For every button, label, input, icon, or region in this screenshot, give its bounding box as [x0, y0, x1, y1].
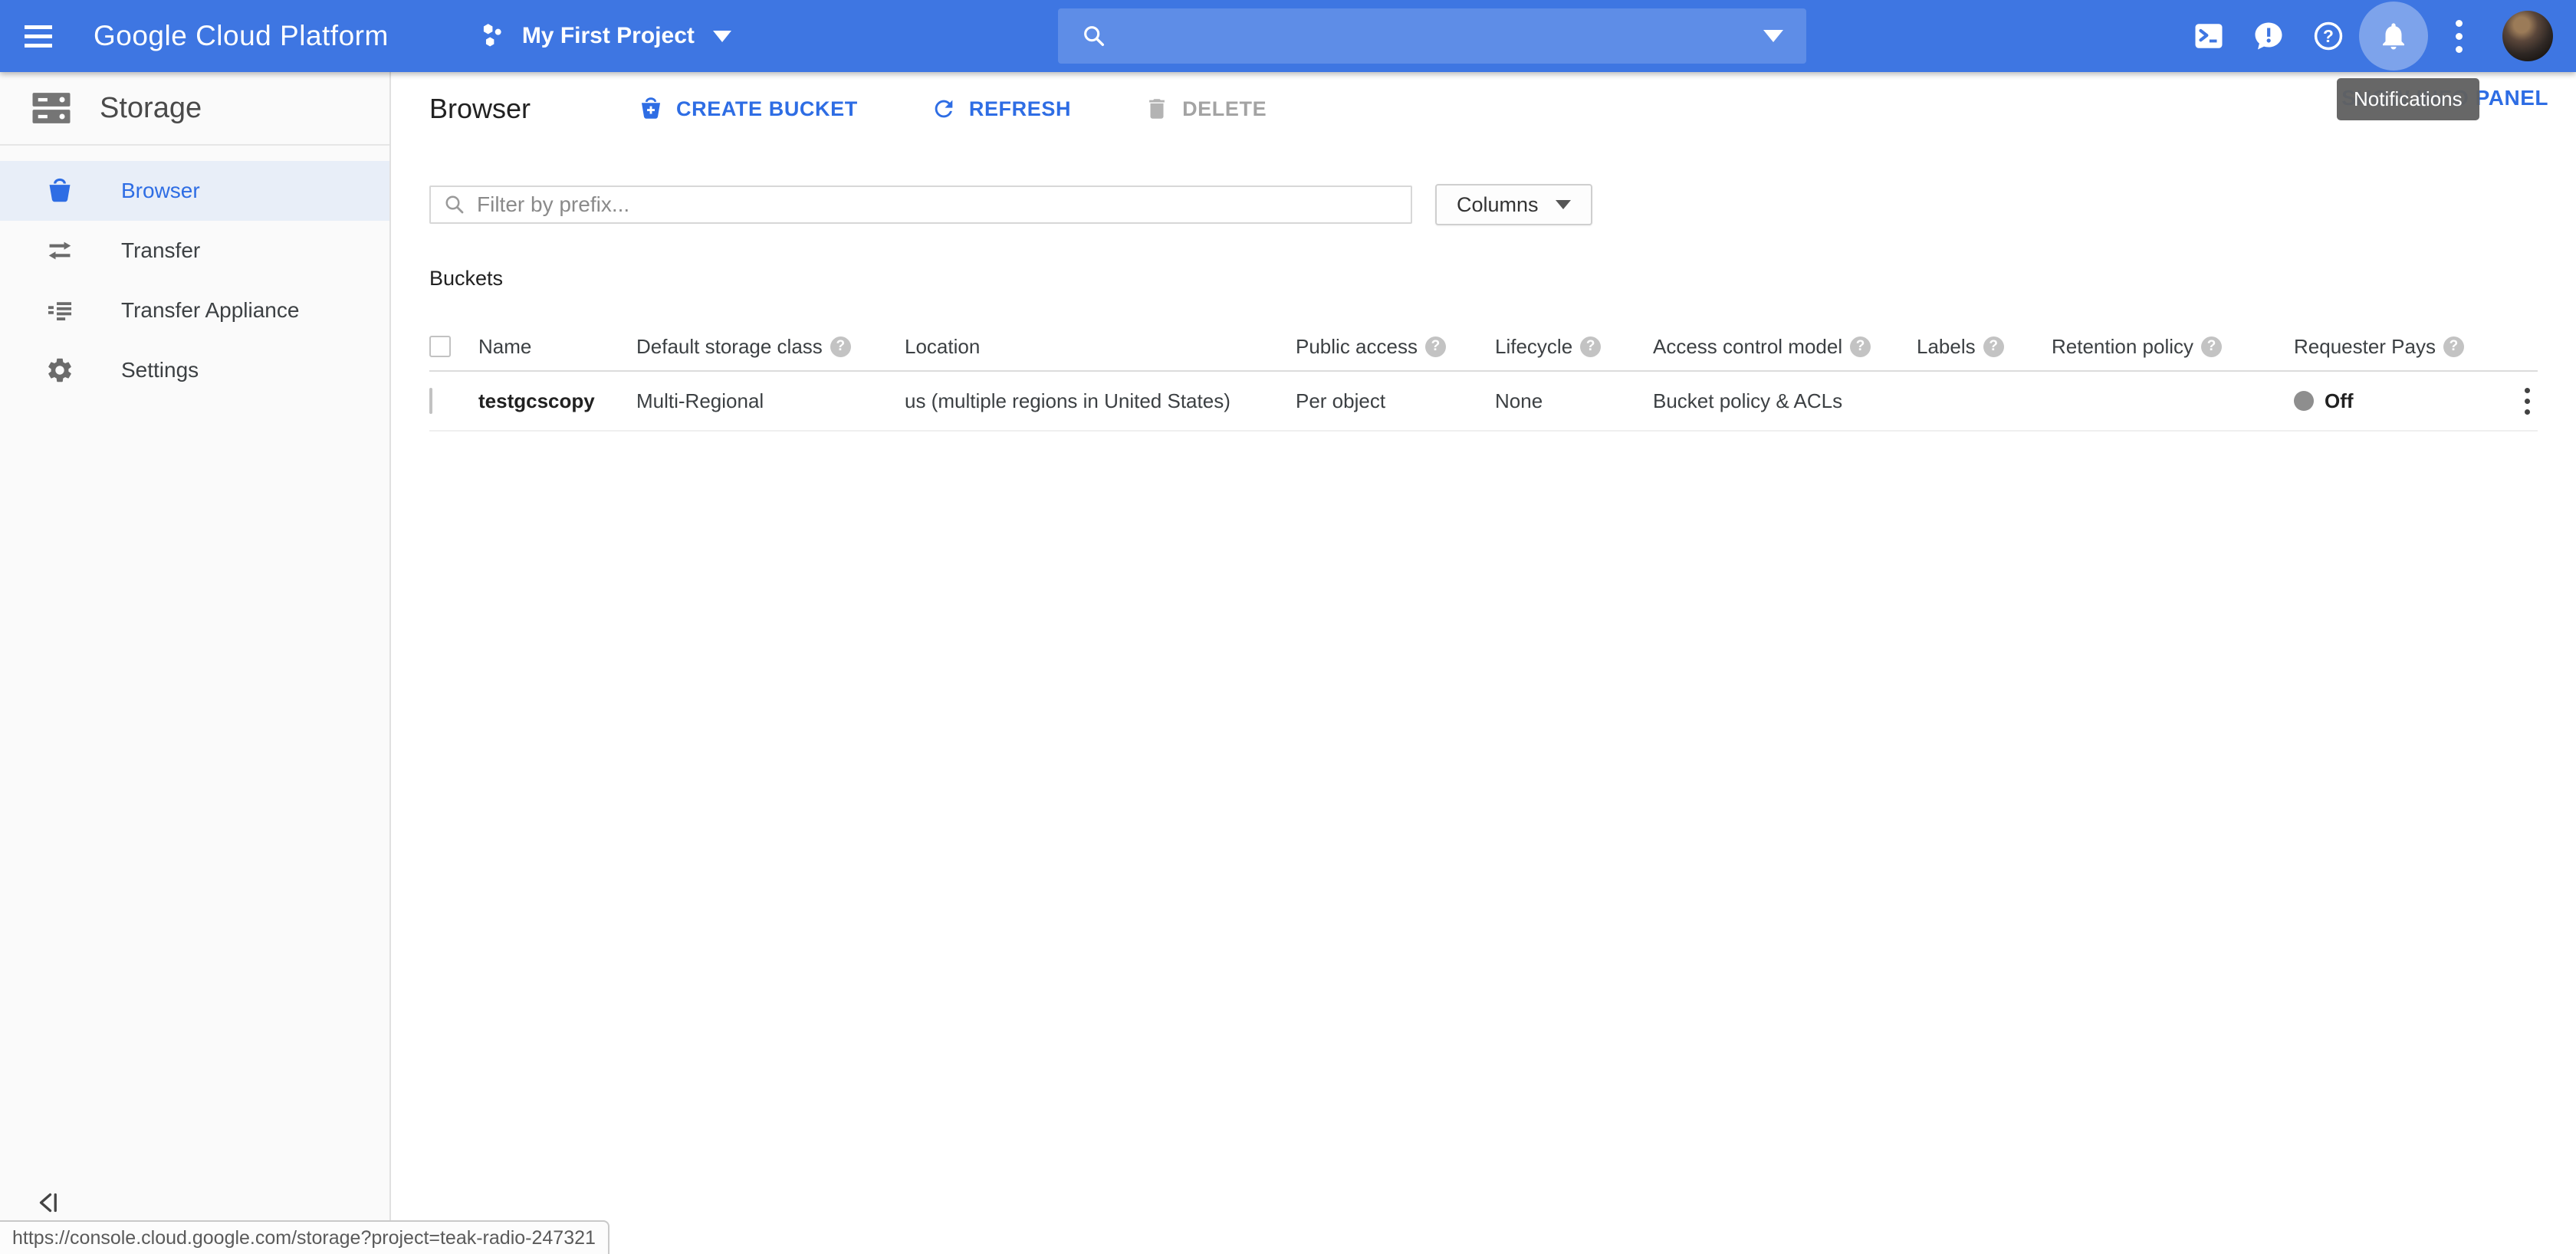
sidebar-item-label: Transfer Appliance	[121, 298, 299, 323]
col-header-public-access[interactable]: Public access ?	[1296, 335, 1495, 359]
col-header-retention-policy[interactable]: Retention policy ?	[2052, 335, 2294, 359]
search-dropdown-caret-icon[interactable]	[1763, 30, 1783, 42]
trash-icon	[1144, 96, 1170, 122]
toolbar: Browser CREATE BUCKET REFRESH	[391, 72, 2576, 146]
cell-requester-pays: Off	[2294, 389, 2486, 413]
cell-location: us (multiple regions in United States)	[905, 389, 1296, 413]
col-header-labels[interactable]: Labels ?	[1917, 335, 2052, 359]
search-input[interactable]	[1058, 8, 1806, 64]
refresh-icon	[931, 96, 957, 122]
table-row[interactable]: testgcscopy Multi-Regional us (multiple …	[429, 372, 2538, 432]
sidebar-item-transfer-appliance[interactable]: Transfer Appliance	[0, 281, 389, 340]
columns-caret-icon	[1556, 200, 1571, 209]
help-button[interactable]: ?	[2298, 1, 2358, 71]
sidebar-nav: Browser Transfer	[0, 146, 389, 400]
terminal-icon	[2193, 20, 2225, 52]
vertical-ellipsis-icon	[2456, 20, 2463, 53]
filter-row: Columns	[429, 184, 2576, 225]
cell-storage-class: Multi-Regional	[636, 389, 905, 413]
create-bucket-icon	[638, 96, 664, 122]
brand-logo: Google Cloud Platform	[94, 20, 389, 52]
chevron-down-icon	[713, 31, 731, 42]
search-icon	[1081, 23, 1107, 49]
col-header-location[interactable]: Location	[905, 335, 1296, 359]
buckets-section-label: Buckets	[429, 267, 2576, 291]
help-icon[interactable]: ?	[1580, 336, 1601, 357]
columns-dropdown-button[interactable]: Columns	[1435, 184, 1592, 225]
storage-product-icon	[26, 87, 77, 130]
cell-access-control: Bucket policy & ACLs	[1653, 389, 1917, 413]
sidebar-title: Storage	[100, 92, 202, 125]
feedback-button[interactable]	[2239, 1, 2298, 71]
filter-by-prefix-input[interactable]	[477, 192, 1398, 217]
hamburger-menu-icon[interactable]	[0, 25, 77, 48]
collapse-chevron-icon	[35, 1189, 63, 1216]
buckets-table: Name Default storage class ? Location Pu…	[429, 323, 2538, 432]
page-title: Browser	[429, 93, 531, 125]
bucket-name-link[interactable]: testgcscopy	[478, 389, 636, 413]
app-bar: Google Cloud Platform My First Project	[0, 0, 2576, 72]
select-all-checkbox[interactable]	[429, 336, 451, 357]
refresh-label: REFRESH	[969, 97, 1071, 121]
cell-public-access: Per object	[1296, 389, 1495, 413]
project-selector[interactable]: My First Project	[479, 21, 731, 51]
transfer-appliance-icon	[43, 296, 77, 325]
row-checkbox[interactable]	[429, 388, 432, 414]
project-hexagon-icon	[479, 21, 510, 51]
create-bucket-button[interactable]: CREATE BUCKET	[638, 96, 858, 122]
bell-icon	[2377, 20, 2410, 52]
notifications-tooltip: Notifications	[2337, 78, 2479, 120]
help-icon[interactable]: ?	[1983, 336, 2004, 357]
help-icon[interactable]: ?	[1850, 336, 1871, 357]
gear-icon	[43, 356, 77, 385]
requester-pays-off-dot-icon	[2294, 391, 2314, 411]
sidebar-item-label: Settings	[121, 358, 199, 382]
help-icon[interactable]: ?	[2443, 336, 2464, 357]
col-header-requester-pays[interactable]: Requester Pays ?	[2294, 335, 2486, 359]
col-header-storage-class[interactable]: Default storage class ?	[636, 335, 905, 359]
filter-box	[429, 185, 1412, 224]
notifications-hover-circle	[2359, 2, 2428, 71]
sidebar: Storage Browser	[0, 72, 391, 1254]
table-header-row: Name Default storage class ? Location Pu…	[429, 323, 2538, 372]
browser-status-url: https://console.cloud.google.com/storage…	[0, 1220, 610, 1254]
notifications-button[interactable]	[2358, 1, 2429, 71]
requester-pays-value: Off	[2325, 389, 2354, 413]
cell-lifecycle: None	[1495, 389, 1653, 413]
filter-search-icon	[443, 193, 466, 216]
sidebar-item-transfer[interactable]: Transfer	[0, 221, 389, 281]
sidebar-item-settings[interactable]: Settings	[0, 340, 389, 400]
help-icon: ?	[2312, 20, 2344, 52]
delete-label: DELETE	[1182, 97, 1267, 121]
feedback-bubble-icon	[2252, 20, 2285, 52]
bucket-icon	[43, 176, 77, 205]
refresh-button[interactable]: REFRESH	[931, 96, 1071, 122]
delete-button[interactable]: DELETE	[1144, 96, 1267, 122]
row-more-options-button[interactable]	[2525, 388, 2538, 415]
col-header-access-control[interactable]: Access control model ?	[1653, 335, 1917, 359]
more-options-button[interactable]	[2429, 1, 2489, 71]
svg-text:?: ?	[2323, 26, 2334, 46]
help-icon[interactable]: ?	[1425, 336, 1446, 357]
help-icon[interactable]: ?	[2201, 336, 2222, 357]
sidebar-item-browser[interactable]: Browser	[0, 161, 389, 221]
collapse-sidebar-button[interactable]	[35, 1189, 63, 1220]
create-bucket-label: CREATE BUCKET	[676, 97, 858, 121]
sidebar-header: Storage	[0, 72, 389, 146]
sidebar-item-label: Transfer	[121, 238, 200, 263]
avatar[interactable]	[2502, 11, 2553, 61]
sidebar-item-label: Browser	[121, 179, 200, 203]
cloud-shell-button[interactable]	[2179, 1, 2239, 71]
project-name: My First Project	[522, 23, 695, 49]
columns-label: Columns	[1457, 193, 1539, 217]
main-content: Browser CREATE BUCKET REFRESH	[391, 72, 2576, 1254]
col-header-name[interactable]: Name	[478, 335, 636, 359]
col-header-lifecycle[interactable]: Lifecycle ?	[1495, 335, 1653, 359]
help-icon[interactable]: ?	[830, 336, 851, 357]
transfer-arrows-icon	[43, 236, 77, 265]
